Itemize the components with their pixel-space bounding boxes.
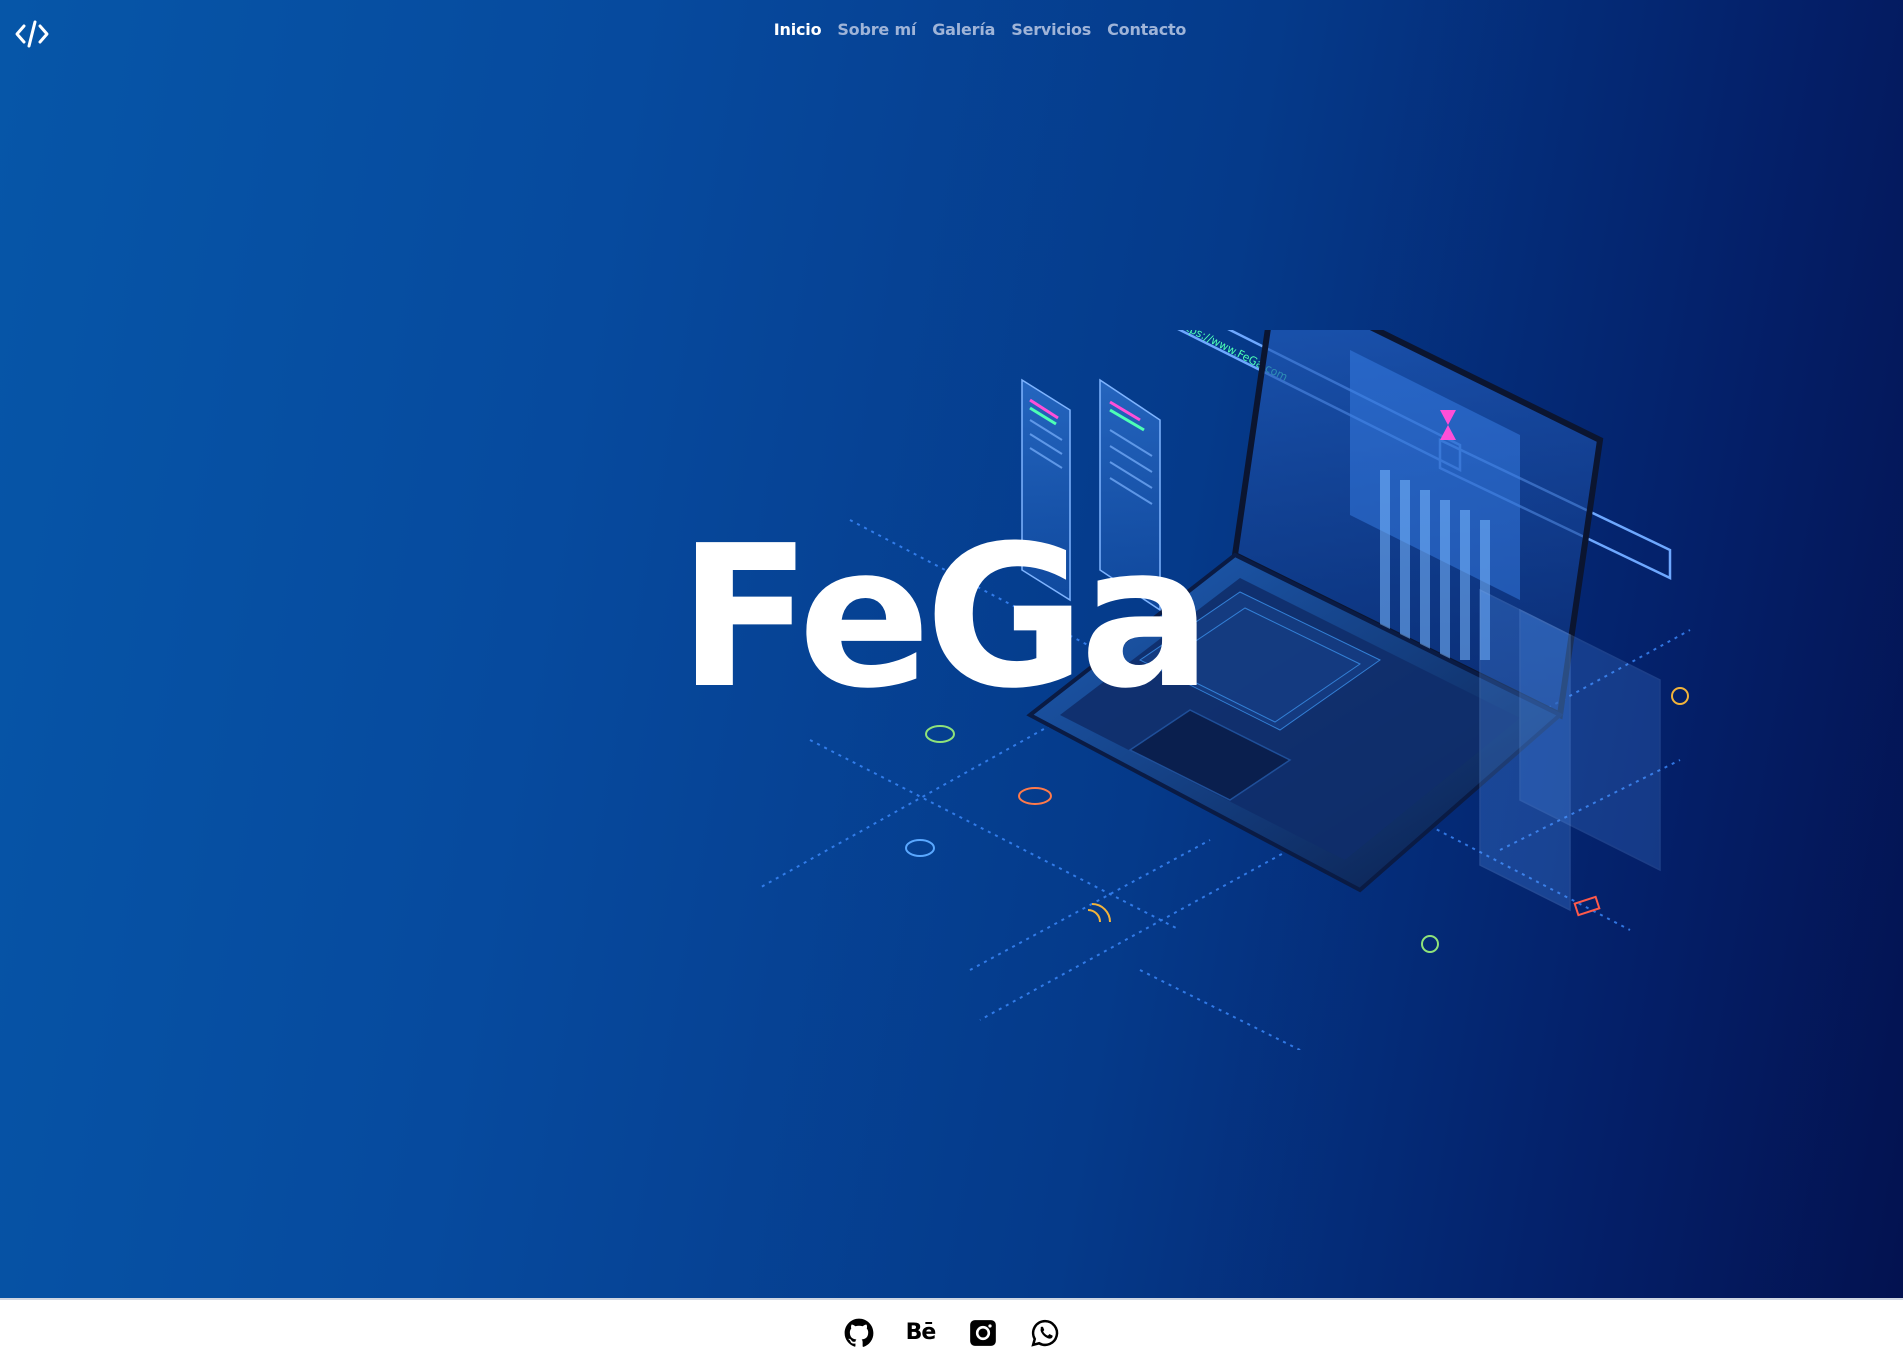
github-icon[interactable] bbox=[842, 1316, 876, 1350]
main-nav: Inicio Sobre mí Galería Servicios Contac… bbox=[0, 20, 1903, 39]
instagram-icon[interactable] bbox=[966, 1316, 1000, 1350]
hero-section: Inicio Sobre mí Galería Servicios Contac… bbox=[0, 0, 1903, 1298]
nav-link-contacto[interactable]: Contacto bbox=[1107, 20, 1186, 39]
whatsapp-icon[interactable] bbox=[1028, 1316, 1062, 1350]
behance-label: Bē bbox=[905, 1320, 937, 1345]
nav-link-galeria[interactable]: Galería bbox=[932, 20, 995, 39]
nav-link-sobre-mi[interactable]: Sobre mí bbox=[837, 20, 916, 39]
nav-link-inicio[interactable]: Inicio bbox=[774, 20, 822, 39]
behance-icon[interactable]: Bē bbox=[904, 1316, 938, 1350]
nav-link-servicios[interactable]: Servicios bbox=[1011, 20, 1091, 39]
social-footer: Bē bbox=[0, 1298, 1903, 1365]
brand-title: FeGa bbox=[678, 504, 1212, 732]
